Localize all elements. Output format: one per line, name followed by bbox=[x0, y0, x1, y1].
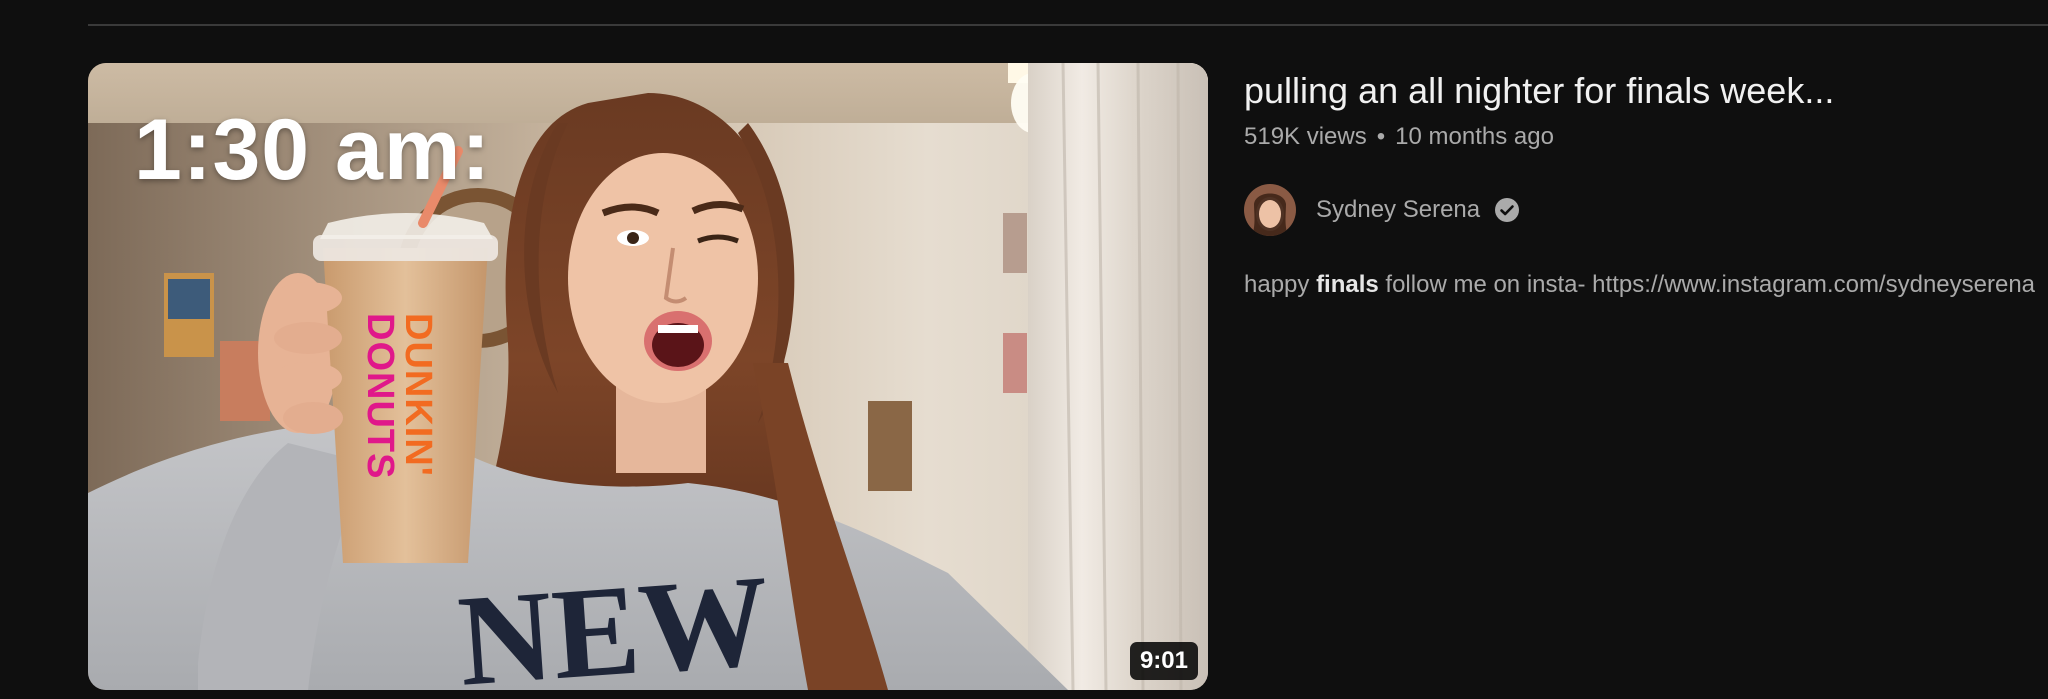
video-thumbnail[interactable]: NEW DUNKIN' DONUTS 1:30 am: 9:01 bbox=[88, 63, 1208, 690]
channel-avatar[interactable] bbox=[1244, 184, 1296, 236]
description-text-after: follow me on insta- https://www.instagra… bbox=[1378, 271, 2036, 298]
search-results-page: NEW DUNKIN' DONUTS 1:30 am: 9:01 pulling… bbox=[0, 0, 2048, 699]
view-count: 519K views bbox=[1244, 123, 1367, 150]
sweatshirt-print: NEW bbox=[454, 548, 774, 690]
cup-logo-dunkin: DUNKIN' bbox=[397, 313, 439, 477]
section-divider bbox=[88, 24, 2048, 26]
upload-age: 10 months ago bbox=[1395, 123, 1554, 150]
cup-logo-donuts: DONUTS bbox=[359, 313, 401, 479]
channel-link[interactable]: Sydney Serena bbox=[1244, 183, 2048, 237]
description-text-before: happy bbox=[1244, 271, 1317, 298]
video-stats: 519K views • 10 months ago bbox=[1244, 121, 2048, 153]
channel-name[interactable]: Sydney Serena bbox=[1316, 196, 1480, 224]
video-result[interactable]: NEW DUNKIN' DONUTS 1:30 am: 9:01 pulling… bbox=[88, 63, 2048, 690]
video-title[interactable]: pulling an all nighter for finals week..… bbox=[1244, 69, 2048, 113]
video-metadata: pulling an all nighter for finals week..… bbox=[1244, 63, 2048, 690]
duration-badge: 9:01 bbox=[1129, 642, 1198, 680]
meta-separator: • bbox=[1376, 123, 1386, 150]
thumbnail-caption: 1:30 am: bbox=[134, 102, 491, 198]
video-description-snippet: happy finals follow me on insta- https:/… bbox=[1244, 269, 2048, 301]
verified-check-icon bbox=[1495, 198, 1520, 222]
description-highlight: finals bbox=[1316, 271, 1379, 298]
